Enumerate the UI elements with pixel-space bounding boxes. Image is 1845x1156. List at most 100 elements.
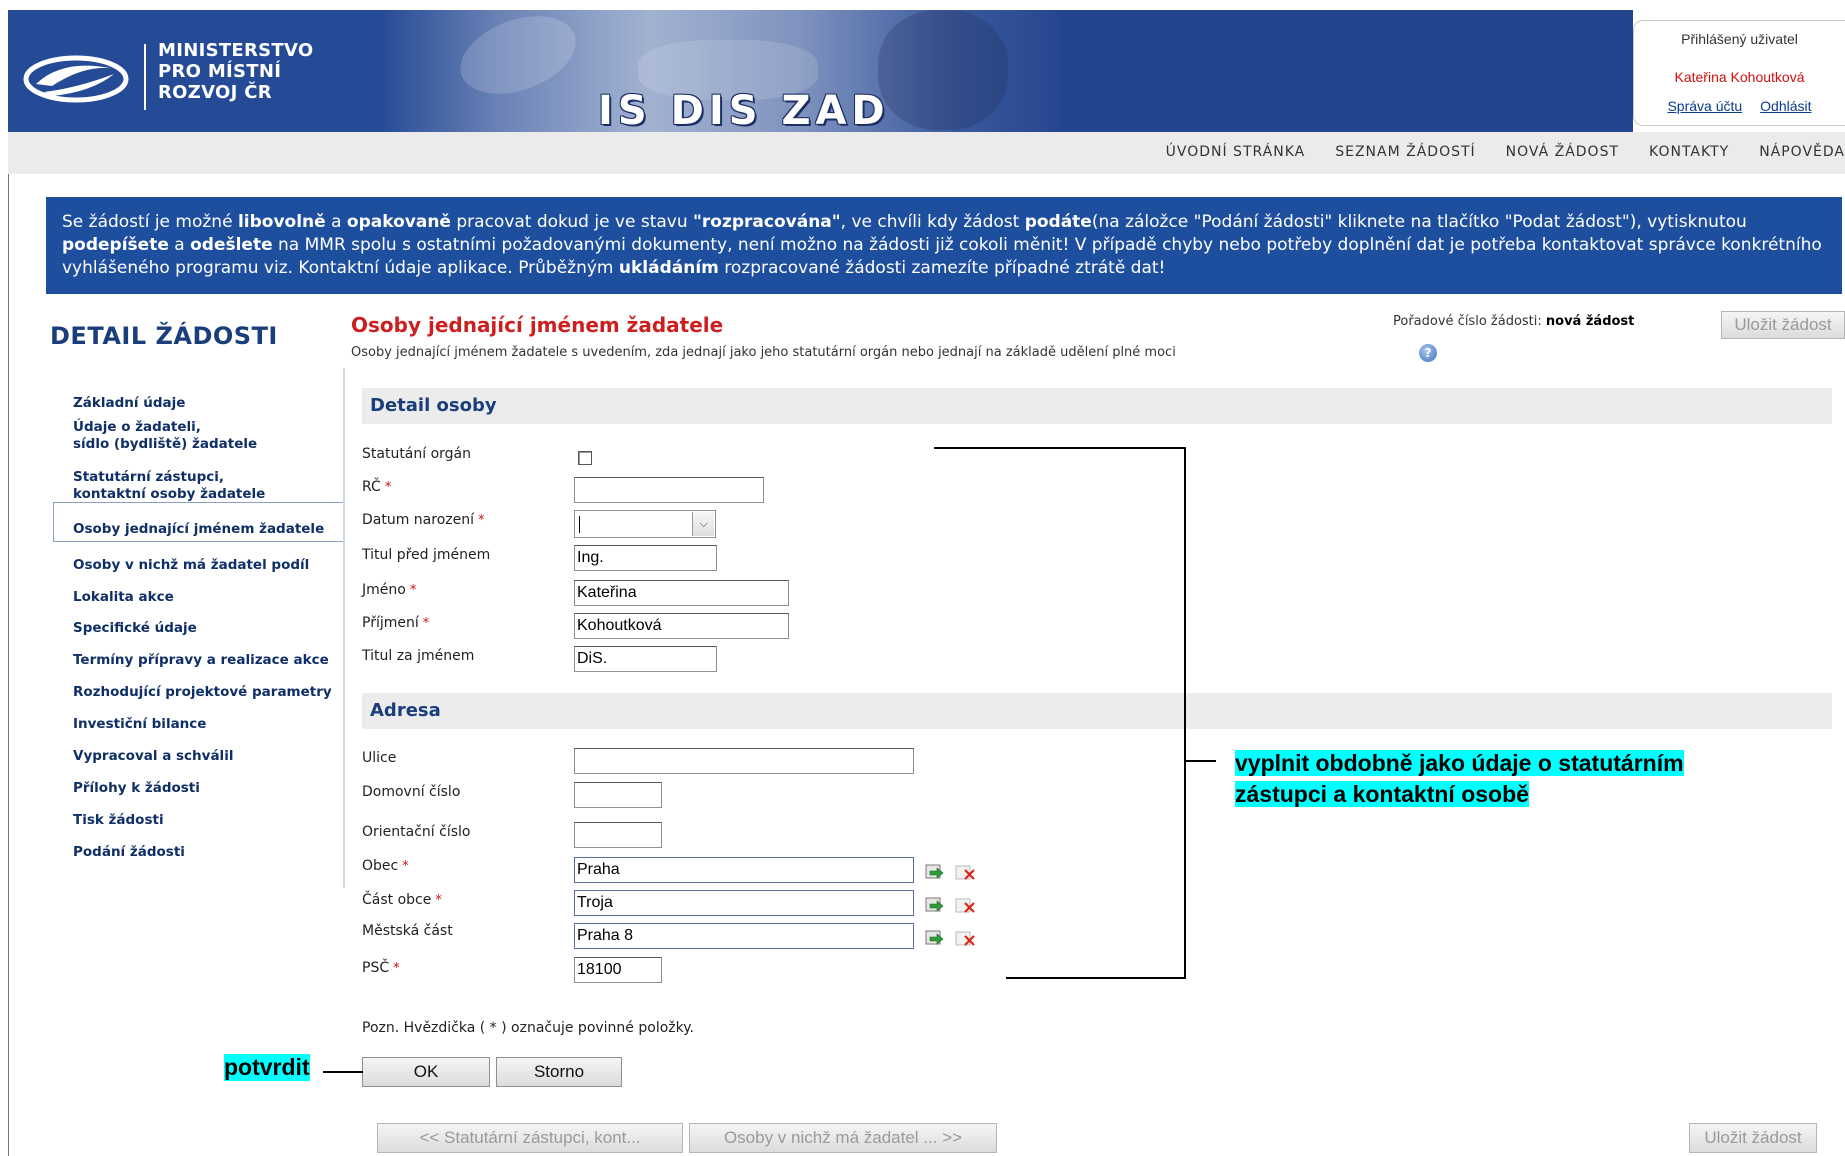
help-icon[interactable]: ?	[1419, 344, 1437, 362]
statutory-checkbox[interactable]	[578, 451, 592, 465]
sidebar-item[interactable]: Základní údaje	[73, 395, 185, 412]
postcode-field[interactable]: 18100	[574, 957, 662, 983]
save-button-bottom[interactable]: Uložit žádost	[1689, 1123, 1817, 1153]
required-mark: *	[478, 513, 485, 528]
municipality-field[interactable]: Praha	[574, 857, 914, 883]
sidebar-item-label: Osoby v nichž má žadatel podíl	[73, 557, 310, 573]
info-text-run: libovolně	[237, 212, 326, 232]
info-notice: Se žádostí je možné libovolně a opakovan…	[46, 197, 1842, 294]
last-name-label: Příjmení *	[362, 615, 429, 631]
sidebar-item-label: sídlo (bydliště) žadatele	[73, 436, 258, 452]
city-district-field[interactable]: Praha 8	[574, 923, 914, 949]
sidebar-item-label: Specifické údaje	[73, 620, 197, 636]
user-panel: Přihlášený uživatel Kateřina Kohoutková …	[1633, 20, 1845, 126]
main-nav: ÚVODNÍ STRÁNKA SEZNAM ŽÁDOSTÍ NOVÁ ŽÁDOS…	[8, 132, 1845, 174]
sidebar-item[interactable]: Termíny přípravy a realizace akce	[73, 652, 329, 669]
logout-link[interactable]: Odhlásit	[1760, 98, 1811, 114]
app-title: IS DIS ZAD	[598, 88, 890, 132]
municipality-label: Obec *	[362, 858, 409, 874]
required-note: Pozn. Hvězdička ( * ) označuje povinné p…	[362, 1020, 694, 1036]
sidebar-item[interactable]: Lokalita akce	[73, 589, 174, 606]
birthdate-label-text: Datum narození	[362, 512, 474, 528]
sidebar-item[interactable]: Přílohy k žádosti	[73, 780, 200, 797]
sidebar-item[interactable]: Rozhodující projektové parametry	[73, 684, 332, 701]
ministry-name: MINISTERSTVO PRO MÍSTNÍ ROZVOJ ČR	[158, 40, 314, 103]
birthdate-picker[interactable]: ⌵	[574, 510, 716, 538]
sidebar-item[interactable]: Statutární zástupci, kontaktní osoby žada…	[73, 469, 265, 503]
order-number-label: Pořadové číslo žádosti:	[1393, 314, 1546, 329]
rc-label-text: RČ	[362, 479, 381, 495]
ministry-logo-icon	[23, 55, 129, 103]
title-before-field[interactable]: Ing.	[574, 545, 717, 571]
sidebar-item-label: Podání žádosti	[73, 844, 185, 860]
user-name: Kateřina Kohoutková	[1674, 69, 1805, 85]
sidebar-item-label: Rozhodující projektové parametry	[73, 684, 332, 700]
prev-section-button[interactable]: << Statutární zástupci, kont...	[377, 1123, 683, 1153]
save-button-top[interactable]: Uložit žádost	[1721, 311, 1845, 339]
text-caret	[579, 516, 580, 533]
postcode-label-text: PSČ	[362, 960, 390, 976]
nav-home[interactable]: ÚVODNÍ STRÁNKA	[1166, 144, 1306, 160]
info-text-run: a	[325, 212, 347, 232]
info-text-run: odešlete	[190, 235, 273, 255]
cancel-button[interactable]: Storno	[496, 1057, 622, 1087]
required-mark: *	[422, 616, 430, 631]
rc-field[interactable]	[574, 477, 764, 503]
statutory-label: Statutání orgán	[362, 446, 471, 462]
order-number: Pořadové číslo žádosti: nová žádost	[1393, 314, 1634, 329]
account-link[interactable]: Správa účtu	[1667, 98, 1742, 114]
nav-contacts[interactable]: KONTAKTY	[1649, 144, 1729, 160]
sidebar-item[interactable]: Tisk žádosti	[73, 812, 164, 829]
ok-button[interactable]: OK	[362, 1057, 490, 1087]
house-number-field[interactable]	[574, 782, 662, 808]
street-field[interactable]	[574, 748, 914, 774]
required-mark: *	[409, 583, 417, 598]
sidebar-item-label: Termíny přípravy a realizace akce	[73, 652, 329, 668]
last-name-label-text: Příjmení	[362, 615, 419, 631]
city-district-label: Městská část	[362, 923, 453, 939]
first-name-field[interactable]: Kateřina	[574, 580, 789, 606]
callout-connector	[1186, 760, 1216, 762]
district-part-field[interactable]: Troja	[574, 890, 914, 916]
last-name-field[interactable]: Kohoutková	[574, 613, 789, 639]
nav-help[interactable]: NÁPOVĚDA	[1759, 144, 1845, 160]
sidebar-item[interactable]: Specifické údaje	[73, 620, 197, 637]
confirm-connector	[323, 1071, 363, 1073]
nav-applications[interactable]: SEZNAM ŽÁDOSTÍ	[1335, 144, 1475, 160]
sidebar-item-label: kontaktní osoby žadatele	[73, 486, 266, 502]
orientation-number-field[interactable]	[574, 822, 662, 848]
sidebar-item-label: Osoby jednající jménem žadatele	[73, 521, 325, 537]
house-number-label-text: Domovní číslo	[362, 784, 461, 800]
sidebar-item[interactable]: Investiční bilance	[73, 716, 206, 733]
sidebar-item[interactable]: Osoby v nichž má žadatel podíl	[73, 557, 309, 574]
sidebar-item[interactable]: Osoby jednající jménem žadatele	[73, 521, 324, 538]
title-after-label-text: Titul za jménem	[362, 648, 475, 664]
next-section-button[interactable]: Osoby v nichž má žadatel ... >>	[689, 1123, 997, 1153]
sidebar-item-label: Statutární zástupci,	[73, 469, 224, 485]
page-left-border	[8, 174, 9, 1156]
sidebar-item-label: Přílohy k žádosti	[73, 780, 200, 796]
sidebar-divider	[343, 368, 345, 888]
page-subtitle: Osoby jednající jménem žadatele s uveden…	[351, 345, 1176, 360]
order-number-value: nová žádost	[1545, 314, 1635, 329]
chevron-down-icon[interactable]: ⌵	[692, 512, 714, 536]
ministry-line: ROZVOJ ČR	[158, 82, 272, 103]
required-mark: *	[384, 480, 392, 495]
nav-new-application[interactable]: NOVÁ ŽÁDOST	[1506, 144, 1619, 160]
street-label: Ulice	[362, 750, 396, 766]
info-text-run: Se žádostí je možné	[62, 212, 238, 232]
required-mark: *	[393, 961, 400, 976]
title-after-field[interactable]: DiS.	[574, 646, 717, 672]
title-before-label: Titul před jménem	[362, 547, 490, 563]
sidebar-item-label: Tisk žádosti	[73, 812, 164, 828]
required-mark: *	[402, 859, 409, 874]
info-text-run: (na záložce "Podání žádosti" kliknete na…	[1091, 212, 1747, 232]
sidebar-item-label: Základní údaje	[73, 395, 186, 411]
sidebar-item[interactable]: Údaje o žadateli, sídlo (bydliště) žadate…	[73, 419, 257, 453]
city-district-label-text: Městská část	[362, 923, 453, 939]
sidebar-item-label: Investiční bilance	[73, 716, 207, 732]
confirm-annotation-text: potvrdit	[224, 1054, 310, 1081]
sidebar-item[interactable]: Vypracoval a schválil	[73, 748, 233, 765]
street-label-text: Ulice	[362, 750, 397, 766]
sidebar-item[interactable]: Podání žádosti	[73, 844, 185, 861]
